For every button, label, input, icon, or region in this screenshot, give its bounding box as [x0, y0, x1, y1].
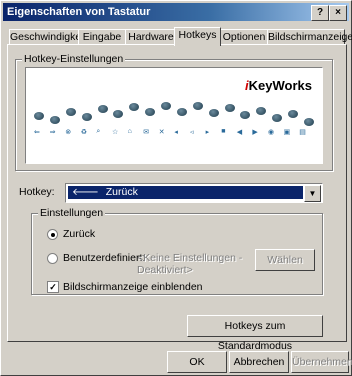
radio-default-label: Zurück	[63, 228, 96, 240]
close-icon: ×	[335, 7, 341, 18]
hotkey-button-dot	[224, 104, 235, 113]
hotkey-button-dot	[97, 105, 108, 114]
back-arrow-icon: ⇐	[34, 129, 40, 136]
search-icon: ⌕	[96, 128, 101, 135]
tab-hotkeys[interactable]: Hotkeys	[174, 27, 221, 46]
previous-track-icon: ◀	[236, 129, 243, 136]
hotkey-button-dot	[81, 112, 92, 121]
close-button[interactable]: ×	[329, 5, 347, 21]
help-button[interactable]: ?	[311, 5, 329, 21]
hotkey-button-dot	[176, 108, 187, 117]
stop-icon: ⊗	[65, 129, 72, 136]
calculator-icon: ▤	[299, 129, 306, 136]
radio-default[interactable]	[47, 229, 58, 240]
hotkey-button-dot	[65, 108, 76, 117]
tab-bildschirmanzeige[interactable]: Bildschirmanzeige	[267, 29, 352, 45]
cancel-button[interactable]: Abbrechen	[229, 351, 289, 373]
show-display-checkbox[interactable]: ✓	[47, 281, 59, 293]
window-title: Eigenschaften von Tastatur	[7, 6, 151, 18]
hotkey-button-dot	[192, 102, 203, 111]
home-icon: ⌂	[127, 128, 132, 135]
title-bar[interactable]: Eigenschaften von Tastatur ? ×	[3, 3, 349, 21]
hotkey-button-dot	[129, 103, 140, 112]
hotkey-button-dot	[208, 109, 219, 118]
hotkey-button-dot	[304, 118, 314, 126]
hotkey-select[interactable]: 🡐 Zurück ▼	[65, 183, 323, 203]
hotkey-button-dot	[113, 110, 124, 119]
dropdown-arrow-button[interactable]: ▼	[304, 185, 321, 202]
stop-media-icon: ■	[221, 128, 226, 135]
help-icon: ?	[316, 7, 324, 18]
radio-custom-label: Benutzerdefiniert:	[63, 252, 146, 264]
hotkey-selected-value: 🡐 Zurück	[68, 186, 303, 199]
media-icon: ◉	[268, 129, 275, 136]
volume-up-icon: ◃	[190, 129, 194, 136]
tab-optionen[interactable]: Optionen	[220, 29, 268, 45]
checkmark-icon: ✓	[49, 282, 57, 292]
mute-icon: ✕	[158, 129, 165, 136]
hotkey-button-dot	[256, 106, 267, 115]
radio-custom[interactable]	[47, 253, 58, 264]
forward-arrow-icon: ⇒	[49, 129, 56, 136]
favorites-icon: ☆	[112, 129, 119, 136]
hotkey-button-dot	[145, 108, 156, 117]
keyboard-preview: iKeyWorks ⇐ ⇒ ⊗ ♻ ⌕ ☆ ⌂ ✉ ✕ ◂ ◃ ▸ ■ ◀ ▶ ◉ ▣ ▤	[25, 67, 323, 164]
volume-down-icon: ◂	[174, 129, 178, 136]
hotkey-button-dot	[34, 112, 44, 120]
hotkey-button-dot	[161, 102, 172, 111]
tab-eingabe[interactable]: Eingabe	[78, 29, 126, 45]
hotkey-button-dot	[240, 111, 251, 120]
hotkey-button-dot	[288, 110, 299, 119]
einstellungen-title: Einstellungen	[38, 207, 106, 219]
hotkey-label: Hotkey:	[19, 186, 55, 198]
play-pause-icon: ▸	[205, 129, 210, 136]
my-computer-icon: ▣	[283, 129, 291, 136]
restore-defaults-button[interactable]: Hotkeys zum Standardmodus	[187, 315, 323, 352]
choose-button[interactable]: Wählen	[255, 249, 315, 271]
apply-button[interactable]: Übernehmen	[291, 351, 352, 373]
tab-hardware[interactable]: Hardware	[125, 29, 177, 45]
show-display-label: Bildschirmanzeige einblenden	[63, 281, 203, 293]
keyboard-properties-window: Eigenschaften von Tastatur ? × Geschwind…	[0, 0, 352, 376]
back-arrow-icon: 🡐	[72, 187, 99, 198]
next-track-icon: ▶	[252, 129, 258, 136]
ok-button[interactable]: OK	[167, 351, 227, 373]
refresh-icon: ♻	[80, 129, 88, 136]
hotkey-button-dot	[272, 114, 283, 123]
mail-icon: ✉	[143, 129, 150, 136]
tab-geschwindigkeit[interactable]: Geschwindigkeit	[9, 29, 86, 45]
custom-setting-placeholder-2: Deaktiviert>	[137, 264, 193, 276]
hotkey-button-dot	[49, 116, 60, 125]
custom-setting-placeholder: <Keine Einstellungen -	[137, 252, 243, 264]
ikeyworks-logo: iKeyWorks	[245, 78, 312, 93]
hotkey-settings-title: Hotkey-Einstellungen	[22, 53, 126, 65]
